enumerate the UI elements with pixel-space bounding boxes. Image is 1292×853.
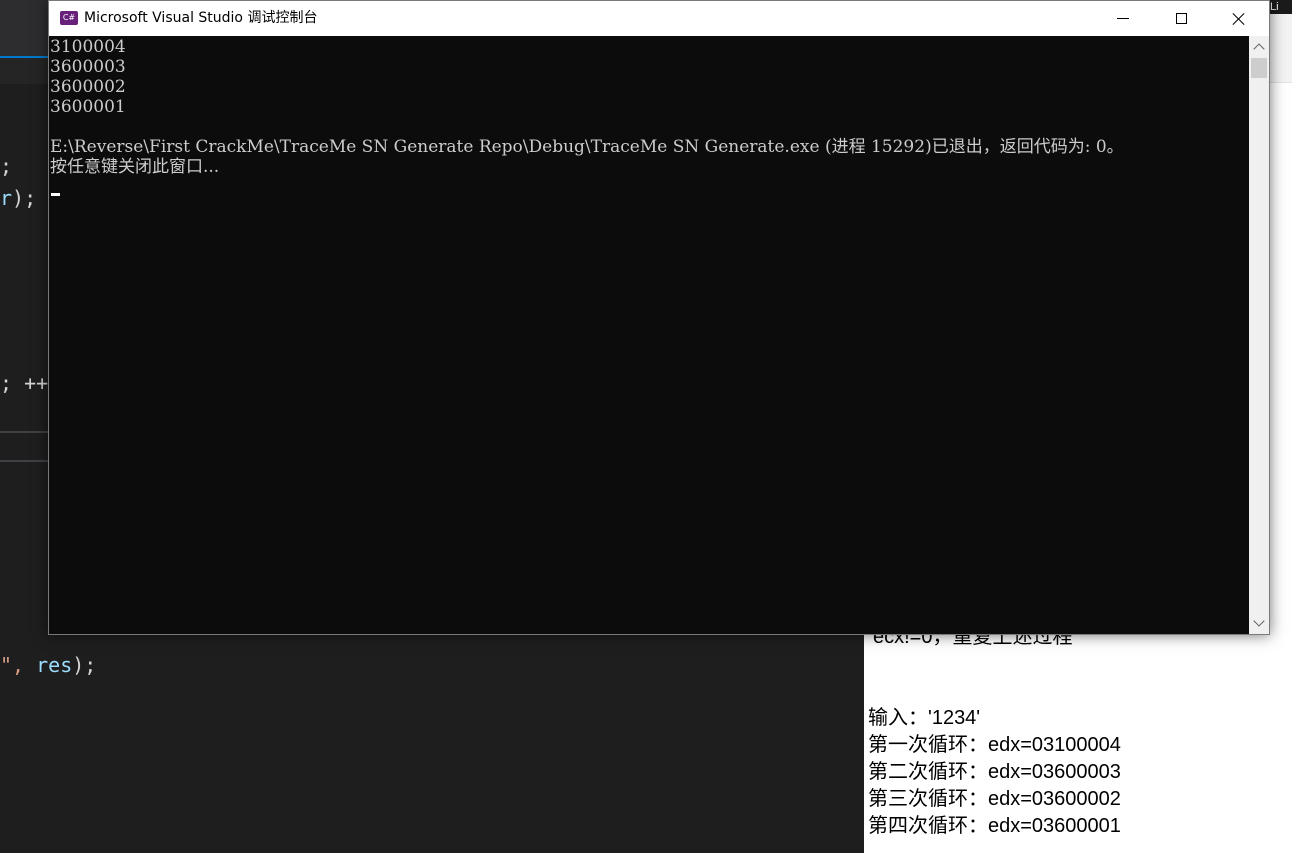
console-line: 3600001 bbox=[50, 97, 126, 117]
maximize-icon bbox=[1175, 13, 1187, 24]
code-variable: r bbox=[0, 186, 13, 210]
code-fragment-loop: ; ++ bbox=[0, 371, 49, 395]
notes-corner-label: Li bbox=[1270, 0, 1292, 14]
vertical-scrollbar[interactable] bbox=[1249, 36, 1269, 634]
notes-line: 第二次循环：edx=03600003 bbox=[868, 761, 1121, 783]
console-line: 3100004 bbox=[50, 37, 126, 57]
editor-divider bbox=[0, 431, 49, 433]
visual-studio-icon: C# bbox=[60, 11, 78, 25]
window-titlebar[interactable]: C# Microsoft Visual Studio 调试控制台 bbox=[49, 1, 1269, 36]
code-punct: ); bbox=[12, 186, 37, 210]
notes-line: 输入：'1234' bbox=[868, 707, 981, 729]
minimize-button[interactable] bbox=[1094, 1, 1152, 36]
console-output-area[interactable]: 3100004 3600003 3600002 3600001 E:\Rever… bbox=[49, 36, 1249, 634]
code-fragment-printf: ", res); bbox=[0, 653, 96, 677]
scroll-up-button[interactable] bbox=[1249, 38, 1269, 56]
editor-divider bbox=[0, 460, 49, 462]
console-line: 3600002 bbox=[50, 77, 126, 97]
code-string: ", bbox=[0, 653, 25, 677]
close-button[interactable] bbox=[1210, 1, 1268, 36]
scroll-down-button[interactable] bbox=[1249, 614, 1269, 632]
code-punct: ); bbox=[72, 653, 97, 677]
minimize-icon bbox=[1117, 18, 1129, 19]
text-cursor bbox=[51, 193, 60, 196]
console-press-key-prompt: 按任意键关闭此窗口... bbox=[50, 157, 220, 177]
code-fragment-call: r); bbox=[0, 186, 36, 210]
maximize-button[interactable] bbox=[1152, 1, 1210, 36]
console-exit-message: E:\Reverse\First CrackMe\TraceMe SN Gene… bbox=[50, 137, 1124, 157]
notes-line: 第四次循环：edx=03600001 bbox=[868, 815, 1121, 837]
code-fragment-semicolon: ; bbox=[0, 154, 13, 178]
chevron-up-icon bbox=[1253, 43, 1265, 55]
notes-line: 第一次循环：edx=03100004 bbox=[868, 734, 1121, 756]
notes-line: 第三次循环：edx=03600002 bbox=[868, 788, 1121, 810]
code-variable: res bbox=[36, 653, 73, 677]
console-line: 3600003 bbox=[50, 57, 126, 77]
chevron-down-icon bbox=[1253, 615, 1265, 627]
scrollbar-thumb[interactable] bbox=[1251, 58, 1267, 78]
debug-console-window[interactable]: C# Microsoft Visual Studio 调试控制台 3100004… bbox=[48, 0, 1270, 635]
window-title: Microsoft Visual Studio 调试控制台 bbox=[84, 10, 318, 26]
close-icon bbox=[1232, 12, 1246, 26]
